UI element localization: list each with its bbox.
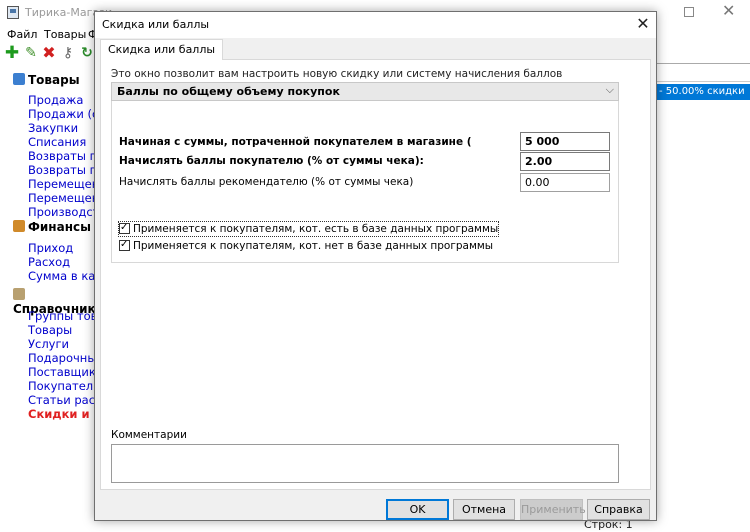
key-icon[interactable]: ⚷ [60, 45, 76, 61]
edit-icon[interactable]: ✎ [23, 45, 39, 61]
reference-icon [13, 288, 25, 300]
close-icon[interactable]: ✕ [633, 14, 653, 33]
app-icon [7, 6, 19, 19]
menu-file[interactable]: Файл [7, 28, 37, 41]
nav-link[interactable]: Статьи расх [28, 393, 102, 407]
goods-icon [13, 73, 25, 85]
maximize-icon[interactable] [684, 7, 694, 17]
check-in-database[interactable]: ✓ Применяется к покупателям, кот. есть в … [117, 221, 500, 237]
nav-group-finance[interactable]: Финансы [13, 220, 91, 234]
buyer-points-input[interactable] [520, 152, 610, 171]
table-row-selected[interactable]: - 50.00% скидки [656, 84, 750, 100]
nav-link[interactable]: Приход [28, 241, 73, 255]
nav-link[interactable]: Группы това [28, 309, 104, 323]
nav-link[interactable]: Перемещен [28, 177, 99, 191]
comments-textarea[interactable] [111, 444, 619, 483]
chevron-down-icon: ⌵ [605, 83, 614, 96]
referrer-points-input[interactable] [520, 173, 610, 192]
discount-dialog: Скидка или баллы ✕ Скидка или баллы Это … [94, 11, 657, 521]
nav-link[interactable]: Производст [28, 205, 99, 219]
nav-link[interactable]: Закупки [28, 121, 78, 135]
scheme-dropdown[interactable]: Баллы по общему объему покупок ⌵ [111, 82, 619, 101]
nav-link[interactable]: Покупатели [28, 379, 101, 393]
close-icon[interactable]: ✕ [722, 1, 735, 20]
cancel-button[interactable]: Отмена [453, 499, 515, 520]
nav-link[interactable]: Товары [28, 323, 72, 337]
help-button[interactable]: Справка [587, 499, 650, 520]
checkbox[interactable]: ✓ [119, 222, 130, 234]
list-filter-field[interactable] [656, 64, 750, 82]
buyer-points-label: Начислять баллы покупателю (% от суммы ч… [119, 155, 424, 167]
dialog-title: Скидка или баллы [102, 18, 210, 31]
delete-icon[interactable]: ✖ [41, 45, 57, 61]
nav-link[interactable]: Списания [28, 135, 86, 149]
nav-link[interactable]: Продажа [28, 93, 83, 107]
intro-text: Это окно позволит вам настроить новую ск… [111, 68, 563, 80]
nav-group-goods[interactable]: Товары [13, 73, 80, 87]
ok-button[interactable]: OK [386, 499, 449, 520]
add-icon[interactable]: ✚ [4, 45, 20, 62]
checkbox[interactable]: ✓ [119, 239, 130, 251]
navigation-panel: Товары Продажа Продажи (сп Закупки Списа… [0, 63, 109, 532]
nav-link[interactable]: Услуги [28, 337, 69, 351]
nav-link[interactable]: Возвраты по [28, 163, 104, 177]
scheme-dropdown-value: Баллы по общему объему покупок [117, 85, 340, 98]
nav-link[interactable]: Поставщики [28, 365, 103, 379]
min-sum-label: Начиная с суммы, потраченной покупателем… [119, 136, 472, 148]
min-sum-input[interactable] [520, 132, 610, 151]
nav-link[interactable]: Возвраты по [28, 149, 104, 163]
nav-link[interactable]: Перемещен [28, 191, 99, 205]
checkmark-icon: ✓ [120, 239, 129, 250]
comments-label: Комментарии [111, 429, 187, 441]
apply-button[interactable]: Применить [520, 499, 586, 520]
nav-link[interactable]: Расход [28, 255, 70, 269]
check-not-in-database-label: Применяется к покупателям, кот. нет в ба… [133, 240, 494, 252]
tab-discount-or-points[interactable]: Скидка или баллы [100, 39, 224, 60]
finance-icon [13, 220, 25, 232]
menu-goods[interactable]: Товары [44, 28, 86, 41]
checkmark-icon: ✓ [120, 222, 129, 233]
refresh-icon[interactable]: ↻ [79, 45, 95, 61]
nav-link[interactable]: Подарочные [28, 351, 104, 365]
check-in-database-label: Применяется к покупателям, кот. есть в б… [133, 223, 499, 235]
referrer-points-label: Начислять баллы рекомендателю (% от сумм… [119, 176, 414, 188]
check-not-in-database[interactable]: ✓ Применяется к покупателям, кот. нет в б… [119, 239, 493, 253]
dialog-titlebar: Скидка или баллы ✕ [95, 12, 656, 38]
